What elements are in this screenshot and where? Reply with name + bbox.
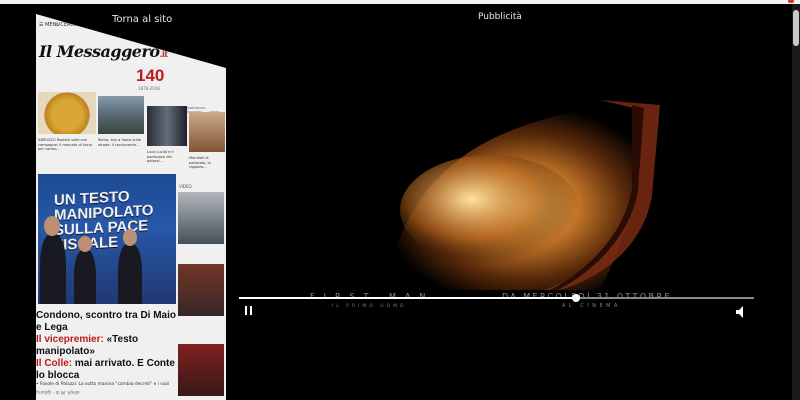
- person-figure: [118, 244, 142, 304]
- site-page-preview[interactable]: ☰ MENU ⌕ CERCA Il Messaggero.it 140 1878…: [36, 14, 226, 400]
- video-frame: [240, 100, 660, 290]
- side-section-label: VIDEO: [179, 184, 192, 189]
- close-icon[interactable]: [788, 0, 794, 3]
- person-figure: [74, 250, 96, 304]
- news-thumb-portrait: [189, 112, 225, 152]
- person-head: [123, 229, 137, 246]
- pause-icon[interactable]: [243, 305, 255, 317]
- back-to-site-link[interactable]: Torna al sito: [112, 14, 172, 25]
- search-icon: ⌕ CERCA: [56, 22, 78, 28]
- anniversary-badge: 140: [136, 66, 165, 85]
- volume-icon[interactable]: [734, 304, 748, 318]
- scrollbar-thumb[interactable]: [793, 10, 799, 46]
- news-caption: Mondiali di pallavolo, la ragazza...: [189, 156, 211, 170]
- trailer-cinema-label: AL CINEMA: [562, 303, 621, 309]
- news-thumb-food: [38, 92, 96, 134]
- site-logo: Il Messaggero.it: [39, 42, 168, 61]
- hero-headline: UN TESTO MANIPOLATO SULLA PACE FISCALE: [54, 188, 154, 254]
- story-subtitle: Il Colle: mai arrivato. E Conte lo blocc…: [36, 358, 175, 381]
- person-head: [44, 216, 60, 236]
- news-caption: Luca Lucidi e il portavoce dei palazzi..…: [147, 150, 174, 164]
- story-bullet-reflection: prodigi - di M. Ajello: [36, 389, 80, 394]
- news-caption: ABRUZZO Rastelli sulle sue campagne: il …: [38, 138, 92, 152]
- side-thumb: [178, 192, 224, 244]
- news-thumb-street: [98, 96, 144, 134]
- video-player[interactable]: [240, 100, 660, 290]
- story-subtitle: Il vicepremier: «Testo manipolato»: [36, 334, 139, 357]
- browser-top-bar: [0, 0, 800, 4]
- side-thumb: [178, 344, 224, 396]
- trailer-subtitle: IL PRIMO UOMO: [332, 304, 407, 309]
- story-title: Condono, scontro tra Di Maio e Lega: [36, 310, 176, 333]
- person-head: [78, 236, 92, 252]
- video-progress-bar[interactable]: [239, 294, 754, 302]
- person-figure: [40, 234, 66, 304]
- advertisement-label: Pubblicità: [478, 12, 522, 22]
- hero-image[interactable]: UN TESTO MANIPOLATO SULLA PACE FISCALE: [38, 174, 176, 304]
- news-thumb-people: [147, 106, 187, 146]
- main-story[interactable]: Condono, scontro tra Di Maio e Lega Il v…: [36, 310, 176, 394]
- news-caption: Roma, bus a fuoco sulla strada: il condu…: [98, 138, 141, 147]
- side-thumb: [178, 264, 224, 316]
- page-scrollbar[interactable]: [792, 4, 800, 400]
- video-progress-fill: [239, 297, 577, 299]
- anniversary-years: 1878-2018: [138, 86, 160, 91]
